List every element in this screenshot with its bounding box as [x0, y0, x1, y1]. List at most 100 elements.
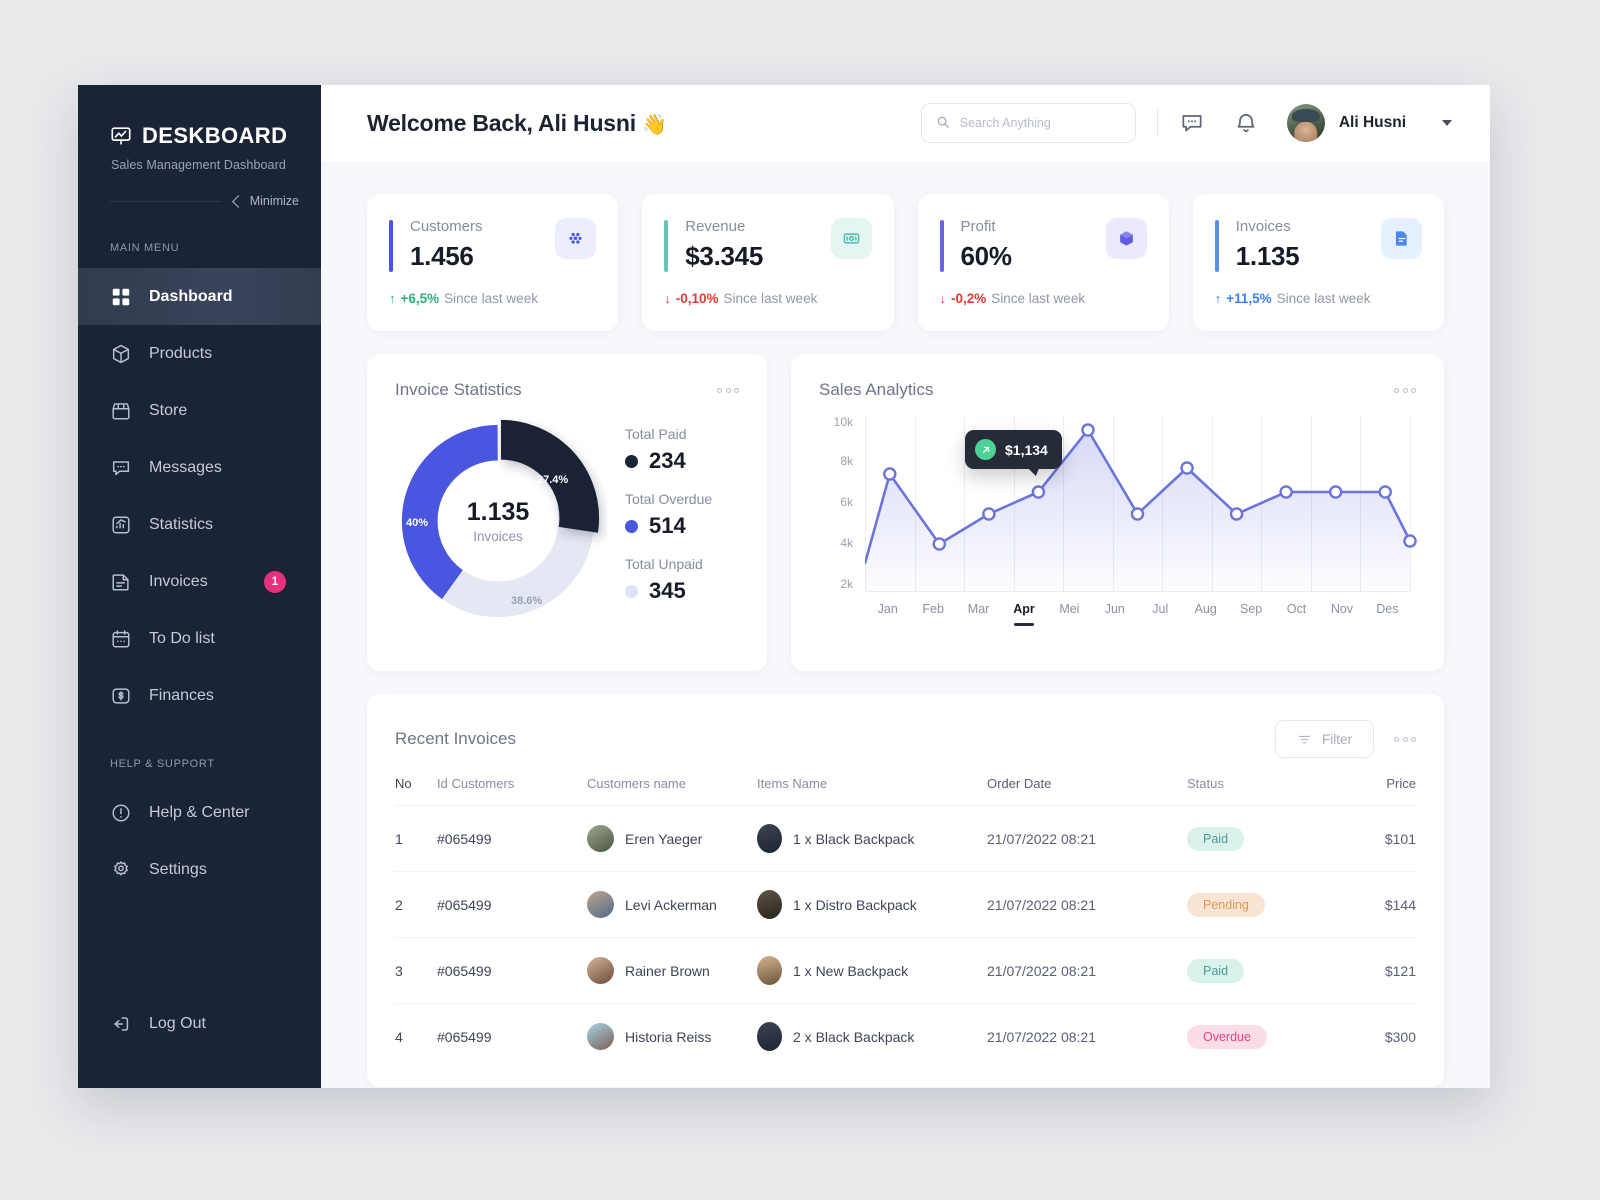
minimize-button[interactable]: Minimize	[222, 194, 299, 208]
month-nov[interactable]: Nov	[1319, 602, 1364, 616]
search-input[interactable]	[959, 116, 1121, 130]
cell-date: 21/07/2022 08:21	[987, 1028, 1096, 1045]
y-axis: 10k 8k 6k 4k 2k	[819, 415, 853, 592]
stat-value: 1.456	[410, 241, 474, 271]
legend-label: Total Paid	[625, 426, 687, 442]
wave-emoji: 👋	[641, 113, 667, 136]
stat-footer: ↓ -0,2% Since last week	[940, 291, 1147, 306]
stat-label: Revenue	[685, 218, 746, 235]
month-mar[interactable]: Mar	[956, 602, 1001, 616]
legend-dot	[625, 584, 638, 598]
more-dots-icon[interactable]	[717, 387, 739, 393]
table-row[interactable]: 4 #065499 Historia Reiss 2 x Black Backp…	[395, 1004, 1416, 1070]
month-aug[interactable]: Aug	[1183, 602, 1228, 616]
item-name: 1 x Distro Backpack	[793, 896, 917, 913]
brand-subtitle: Sales Management Dashboard	[111, 158, 286, 172]
sidebar-footer: Log Out	[78, 995, 321, 1088]
bell-icon[interactable]	[1233, 110, 1259, 136]
chevron-down-icon[interactable]	[1442, 120, 1452, 126]
filter-button[interactable]: Filter	[1275, 720, 1374, 758]
month-mei[interactable]: Mei	[1047, 602, 1092, 616]
cell-item: 1 x New Backpack	[757, 937, 987, 1004]
sidebar-item-label: Invoices	[149, 572, 208, 590]
invoices-table: No Id Customers Customers name Items Nam…	[395, 776, 1416, 1069]
sidebar-item-statistics[interactable]: Statistics	[78, 496, 321, 553]
customer-name: Levi Ackerman	[625, 896, 717, 913]
donut-legend: Total Paid 234 Total Overdue 514 Total U…	[625, 412, 712, 630]
table-row[interactable]: 2 #065499 Levi Ackerman 1 x Distro Backp…	[395, 871, 1416, 938]
page-title: Welcome Back, Ali Husni 👋	[367, 110, 667, 137]
data-point	[1082, 424, 1093, 435]
cell-id: #065499	[437, 1028, 492, 1045]
cell-item: 1 x Black Backpack	[757, 805, 987, 872]
chat-bubble-icon[interactable]	[1179, 110, 1205, 136]
month-jan[interactable]: Jan	[865, 602, 910, 616]
gridline	[1410, 416, 1411, 592]
stat-label: Customers	[410, 218, 483, 235]
month-apr[interactable]: Apr	[1001, 602, 1046, 616]
sidebar-item-todo-list[interactable]: To Do list	[78, 610, 321, 667]
data-point	[934, 538, 945, 549]
sales-analytics-panel: Sales Analytics 10k 8k 6k 4k 2k $1,134 J…	[791, 354, 1444, 671]
sidebar-item-store[interactable]: Store	[78, 382, 321, 439]
stat-since: Since last week	[1276, 291, 1371, 306]
avatar[interactable]	[1286, 104, 1325, 142]
money-icon	[830, 218, 872, 259]
arrow-down-icon: ↓	[664, 291, 671, 306]
month-jul[interactable]: Jul	[1138, 602, 1183, 616]
panel-header: Invoice Statistics	[395, 380, 739, 400]
legend-row: 514	[625, 513, 712, 539]
accent-bar	[1214, 220, 1219, 272]
arrow-up-icon: ↑	[1214, 291, 1222, 306]
dashboard-window: DESKBOARD Sales Management Dashboard Min…	[78, 85, 1490, 1088]
minimize-label: Minimize	[249, 194, 299, 208]
user-name: Ali Husni	[1338, 114, 1406, 131]
cell-customer: Historia Reiss	[587, 1004, 757, 1070]
month-oct[interactable]: Oct	[1274, 602, 1319, 616]
month-sep[interactable]: Sep	[1228, 602, 1273, 616]
sidebar-item-invoices[interactable]: Invoices 1	[78, 553, 321, 610]
top-bar-actions: Ali Husni	[920, 103, 1452, 143]
more-dots-icon[interactable]	[1394, 736, 1416, 742]
search-box[interactable]	[920, 103, 1136, 143]
cell-customer: Levi Ackerman	[587, 871, 757, 938]
sidebar-item-help-center[interactable]: Help & Center	[78, 784, 321, 841]
sidebar-item-settings[interactable]: Settings	[78, 841, 321, 898]
logout-button[interactable]: Log Out	[78, 995, 321, 1052]
plot-area: $1,134	[865, 416, 1410, 592]
month-feb[interactable]: Feb	[910, 602, 955, 616]
data-point	[1380, 486, 1391, 497]
item-thumbnail	[757, 890, 782, 919]
cell-status: Paid	[1187, 805, 1337, 872]
table-row[interactable]: 3 #065499 Rainer Brown 1 x New Backpack …	[395, 937, 1416, 1004]
donut-caption: Invoices	[473, 529, 523, 544]
sidebar-item-messages[interactable]: Messages	[78, 439, 321, 496]
customer-name: Historia Reiss	[625, 1028, 712, 1045]
cell-id: #065499	[437, 805, 587, 872]
sidebar-item-finances[interactable]: Finances	[78, 667, 321, 724]
cell-no: 1	[395, 805, 437, 872]
status-badge: Pending	[1187, 892, 1265, 917]
divider	[1156, 109, 1158, 137]
y-tick: 10k	[833, 415, 853, 429]
help-support-label: HELP & SUPPORT	[110, 758, 215, 770]
main-nav: Dashboard Products Store Messages Statis…	[78, 268, 321, 724]
month-des[interactable]: Des	[1365, 602, 1410, 616]
content-area: Customers 1.456 ↑ +6,5% Since last week …	[321, 161, 1490, 1088]
stat-card-customers: Customers 1.456 ↑ +6,5% Since last week	[367, 194, 619, 331]
column-status: Status	[1187, 776, 1337, 806]
cell-no: 2	[395, 871, 437, 938]
panel-title: Invoice Statistics	[395, 380, 522, 399]
stat-footer: ↓ -0,10% Since last week	[664, 291, 871, 306]
stats-row: Customers 1.456 ↑ +6,5% Since last week …	[367, 194, 1444, 331]
recent-invoices-panel: Recent Invoices Filter No Id Customers C…	[367, 694, 1444, 1087]
sidebar: DESKBOARD Sales Management Dashboard Min…	[78, 85, 321, 1088]
stat-since: Since last week	[723, 291, 818, 306]
sidebar-item-products[interactable]: Products	[78, 325, 321, 382]
month-jun[interactable]: Jun	[1092, 602, 1137, 616]
sidebar-item-dashboard[interactable]: Dashboard	[78, 268, 321, 325]
customer-name: Eren Yaeger	[625, 830, 703, 847]
table-row[interactable]: 1 #065499 Eren Yaeger 1 x Black Backpack…	[395, 805, 1416, 872]
more-dots-icon[interactable]	[1394, 387, 1416, 393]
stat-text: Revenue $3.345	[685, 218, 763, 272]
